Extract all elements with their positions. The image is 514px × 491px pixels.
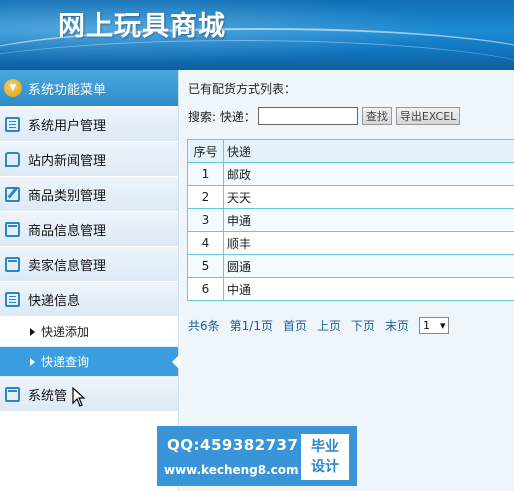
table-cell: 3 <box>187 208 224 232</box>
search-row: 搜索: 快递： 查找 导出EXCEL <box>188 107 464 125</box>
pager-first-link[interactable]: 首页 <box>283 317 307 334</box>
sidebar-item-express[interactable]: 快递信息 <box>0 282 178 317</box>
sidebar-subitem-express-query[interactable]: 快递查询 <box>0 347 179 377</box>
table-cell: 2 <box>187 185 224 209</box>
watermark-url: www.kecheng8.com <box>164 463 299 477</box>
table-row[interactable]: 2 天天 <box>187 185 514 209</box>
pager-last-link[interactable]: 末页 <box>385 317 409 334</box>
sidebar-item-label: 系统管 <box>28 388 68 404</box>
edit-icon <box>5 186 20 202</box>
sidebar-item-label: 卖家信息管理 <box>28 258 107 274</box>
sidebar-item-categories[interactable]: 商品类别管理 <box>0 177 178 212</box>
export-excel-button[interactable]: 导出EXCEL <box>395 107 461 125</box>
table-cell: 1 <box>187 162 224 186</box>
sidebar-menu-header[interactable]: ▼ 系统功能菜单 <box>0 70 178 107</box>
sidebar-item-label: 快递信息 <box>28 293 81 309</box>
chevron-down-icon: ▼ <box>4 79 22 97</box>
table-row[interactable]: 6 中通 <box>187 277 514 301</box>
pager-page: 第1/1页 <box>229 319 273 333</box>
table-cell: 中通 <box>223 277 514 301</box>
sidebar-item-sellers[interactable]: 卖家信息管理 <box>0 247 178 282</box>
calendar-icon <box>5 256 20 272</box>
chevron-down-icon: ▾ <box>440 319 446 332</box>
list-title: 已有配货方式列表： <box>188 82 297 96</box>
table-row[interactable]: 3 申通 <box>187 208 514 232</box>
pagination: 共6条 第1/1页 首页 上页 下页 末页 1 ▾ <box>188 317 450 334</box>
column-header: 快递 <box>223 139 514 163</box>
calendar-icon <box>5 386 20 402</box>
table-row[interactable]: 5 圆通 <box>187 254 514 278</box>
sidebar-subitem-express-add[interactable]: 快递添加 <box>0 317 178 347</box>
search-button[interactable]: 查找 <box>361 107 392 125</box>
sidebar-item-label: 商品信息管理 <box>28 223 107 239</box>
search-input[interactable] <box>257 107 358 125</box>
sidebar-item-system-manage[interactable]: 系统管 <box>0 377 178 412</box>
sidebar-item-label: 系统用户管理 <box>28 118 107 134</box>
header-banner: 网上玩具商城 <box>0 0 514 70</box>
watermark: QQ:459382737 www.kecheng8.com 毕业 设计 <box>157 426 357 486</box>
table-header-row: 序号 快递 <box>187 139 514 163</box>
table-row[interactable]: 4 顺丰 <box>187 231 514 255</box>
mouse-cursor-icon <box>72 387 86 407</box>
sidebar-menu-title: 系统功能菜单 <box>28 82 107 98</box>
table-cell: 邮政 <box>223 162 514 186</box>
table-cell: 天天 <box>223 185 514 209</box>
site-title: 网上玩具商城 <box>58 11 226 42</box>
watermark-badge-line: 毕业 <box>311 439 339 455</box>
watermark-badge-line: 设计 <box>311 459 339 475</box>
sidebar-subitem-label: 快递查询 <box>41 355 90 369</box>
table-cell: 6 <box>187 277 224 301</box>
search-label: 搜索: 快递： <box>188 109 256 124</box>
table-cell: 4 <box>187 231 224 255</box>
sidebar-item-products[interactable]: 商品信息管理 <box>0 212 178 247</box>
sidebar-item-news[interactable]: 站内新闻管理 <box>0 142 178 177</box>
sidebar-item-label: 商品类别管理 <box>28 188 107 204</box>
page-select-value: 1 <box>423 319 431 332</box>
watermark-qq: QQ:459382737 <box>167 436 299 454</box>
sidebar-item-label: 站内新闻管理 <box>28 153 107 169</box>
table-cell: 圆通 <box>223 254 514 278</box>
chat-icon <box>5 151 20 167</box>
calendar-icon <box>5 221 20 237</box>
table-row[interactable]: 1 邮政 <box>187 162 514 186</box>
sidebar-item-system-users[interactable]: 系统用户管理 <box>0 107 178 142</box>
pager-total: 共6条 <box>188 319 220 333</box>
page-select[interactable]: 1 ▾ <box>419 317 450 334</box>
table-cell: 顺丰 <box>223 231 514 255</box>
watermark-badge: 毕业 设计 <box>301 434 349 480</box>
list-icon <box>5 116 20 132</box>
sidebar-subitem-label: 快递添加 <box>41 325 90 339</box>
pager-next-link[interactable]: 下页 <box>351 317 375 334</box>
sidebar: ▼ 系统功能菜单 系统用户管理 站内新闻管理 商品类别管理 商品信息管理 卖家信… <box>0 70 179 491</box>
list-icon <box>5 291 20 307</box>
table-cell: 申通 <box>223 208 514 232</box>
caret-right-icon <box>30 357 35 366</box>
column-header: 序号 <box>187 139 224 163</box>
express-table: 序号 快递 1 邮政 2 天天 3 申通 4 顺丰 5 圆通 6 中通 <box>187 139 514 301</box>
pager-prev-link[interactable]: 上页 <box>317 317 341 334</box>
table-cell: 5 <box>187 254 224 278</box>
caret-right-icon <box>30 327 35 336</box>
